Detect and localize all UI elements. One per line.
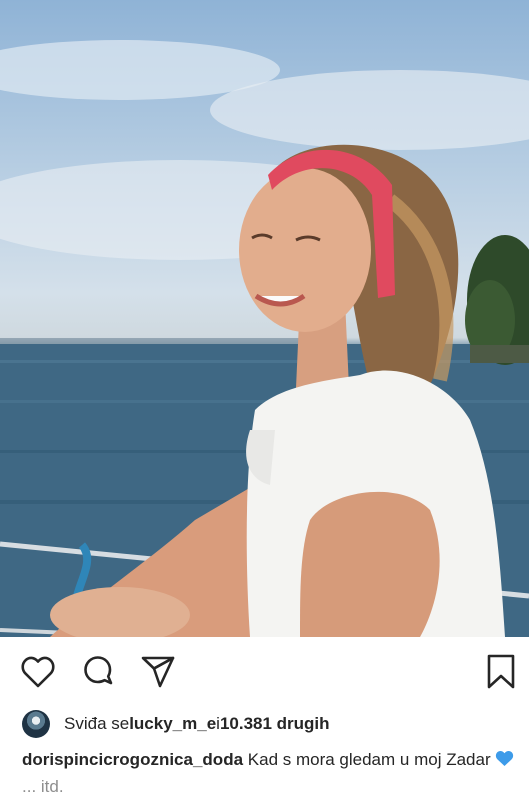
post-caption: dorispincicrogoznica_doda Kad s mora gle… <box>22 746 517 800</box>
post-photo-illustration <box>0 40 529 637</box>
post-photo[interactable] <box>0 0 529 637</box>
caption-text: Kad s mora gledam u moj Zadar <box>243 750 496 769</box>
likes-summary: Sviđa se lucky_m_e i 10.381 drugih <box>22 709 330 739</box>
comment-bubble-icon[interactable] <box>78 652 118 692</box>
liker-avatar[interactable] <box>22 710 50 738</box>
liker-username[interactable]: lucky_m_e <box>129 714 216 734</box>
caption-more-link[interactable]: ... itd. <box>22 777 64 796</box>
likes-prefix: Sviđa se <box>64 714 130 733</box>
blue-heart-emoji <box>495 748 514 766</box>
paper-plane-icon[interactable] <box>138 652 178 692</box>
heart-outline-icon[interactable] <box>18 652 58 692</box>
post-action-bar <box>0 637 529 707</box>
caption-username[interactable]: dorispincicrogoznica_doda <box>22 750 243 769</box>
likes-count[interactable]: 10.381 drugih <box>220 714 330 734</box>
bookmark-icon[interactable] <box>481 652 521 692</box>
